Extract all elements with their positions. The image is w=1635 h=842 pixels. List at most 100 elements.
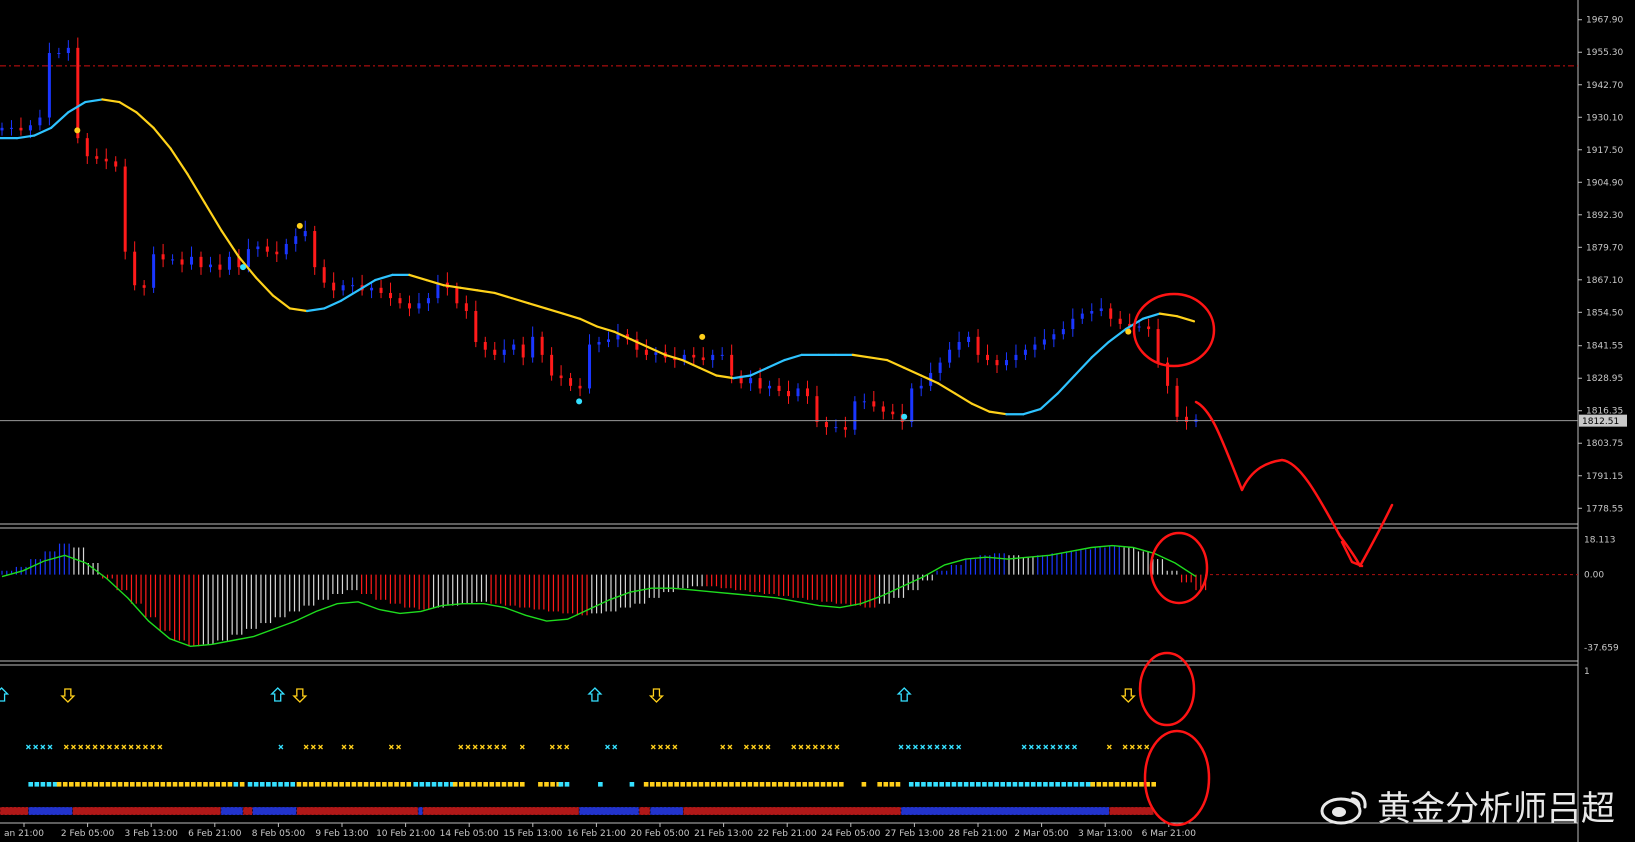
- watermark-text: 黄金分析师吕超: [1377, 789, 1615, 829]
- square-markers: [28, 782, 1156, 787]
- strip-segment: [296, 807, 419, 815]
- ma-segment: [510, 297, 530, 305]
- annotation-forecast-arrow: [1194, 400, 1394, 568]
- square-marker: [704, 782, 710, 787]
- cross-marker: [1137, 744, 1142, 750]
- time-tick-label: 28 Feb 21:00: [948, 829, 1007, 839]
- square-marker: [105, 782, 111, 787]
- time-axis: an 21:00 2 Feb 05:00 3 Feb 13:00 6 Feb 21:0…: [4, 823, 1196, 839]
- cross-marker: [934, 744, 940, 750]
- cross-marker: [898, 744, 904, 750]
- candle-body: [493, 349, 497, 355]
- square-marker: [1030, 782, 1036, 787]
- square-marker: [808, 782, 814, 787]
- square-marker: [988, 782, 993, 787]
- price-panel[interactable]: 1812.51 1967.90 1955.30 1942.70 1930.10 1917…: [0, 0, 1627, 842]
- square-marker: [333, 782, 338, 787]
- square-marker: [253, 782, 259, 787]
- cross-marker: [388, 744, 394, 750]
- cross-marker: [341, 744, 347, 750]
- time-tick-label: 3 Feb 13:00: [125, 829, 179, 839]
- time-tick-label: 2 Mar 05:00: [1014, 829, 1069, 839]
- square-marker: [674, 782, 679, 787]
- square-marker: [233, 782, 239, 787]
- candle-body: [796, 388, 800, 397]
- square-marker: [302, 782, 308, 787]
- square-marker: [437, 782, 443, 787]
- candle-body: [370, 287, 374, 291]
- square-marker: [172, 782, 178, 787]
- square-marker: [790, 782, 795, 787]
- square-marker: [802, 782, 808, 787]
- cross-marker: [85, 744, 91, 750]
- arrow-down-icon: [292, 688, 308, 703]
- ma-segment: [322, 299, 343, 310]
- candle-body: [66, 47, 70, 54]
- candle-body: [426, 298, 430, 304]
- candle-body: [1052, 334, 1056, 340]
- square-marker: [629, 782, 635, 787]
- ma-segment: [15, 134, 36, 140]
- ma-segment: [715, 374, 735, 380]
- square-marker: [160, 782, 166, 787]
- candle-body: [265, 246, 269, 252]
- square-marker: [46, 782, 52, 787]
- square-marker: [1024, 782, 1030, 787]
- square-marker: [425, 782, 431, 787]
- candle-body: [133, 251, 137, 286]
- square-marker: [369, 782, 375, 787]
- square-marker: [465, 782, 470, 787]
- cross-marker: [1144, 744, 1150, 750]
- candle-body: [521, 344, 525, 358]
- square-marker: [87, 782, 92, 787]
- square-marker: [784, 782, 789, 787]
- strip-segment: [901, 807, 1110, 815]
- candle-body: [701, 357, 705, 361]
- square-marker: [698, 782, 704, 787]
- strip-segment: [252, 807, 297, 815]
- square-marker: [945, 782, 951, 787]
- cross-marker: [92, 744, 98, 750]
- cross-marker: [727, 744, 733, 750]
- candles: [0, 37, 1198, 438]
- candle-body: [455, 287, 459, 304]
- square-marker: [939, 782, 945, 787]
- square-marker: [266, 782, 271, 787]
- candle-body: [76, 47, 80, 139]
- time-tick-label: 22 Feb 21:00: [758, 829, 817, 839]
- cross-marker: [458, 744, 464, 750]
- square-marker: [729, 782, 734, 787]
- candle-body: [976, 336, 980, 355]
- arrow-up-icon: [896, 687, 912, 702]
- cross-marker: [33, 744, 39, 750]
- square-marker: [178, 782, 184, 787]
- cross-marker: [501, 744, 507, 750]
- square-marker: [327, 782, 332, 787]
- oscillator-histogram: [1, 543, 1207, 647]
- cross-marker: [751, 744, 757, 750]
- candle-body: [474, 311, 478, 342]
- candle-body: [1071, 318, 1075, 330]
- candle-body: [28, 125, 32, 131]
- oscillator-panel[interactable]: 18.113 0.00 -37.659: [0, 527, 1619, 662]
- candle-body: [502, 349, 506, 355]
- square-marker: [123, 782, 129, 787]
- square-marker: [915, 782, 920, 787]
- square-marker: [111, 782, 117, 787]
- square-marker: [382, 782, 387, 787]
- ma-segment: [868, 356, 889, 362]
- trading-chart[interactable]: 1812.51 1967.90 1955.30 1942.70 1930.10 1917…: [0, 0, 1635, 842]
- square-marker: [477, 782, 482, 787]
- square-marker: [1000, 782, 1006, 787]
- ma-segment: [459, 286, 479, 292]
- square-marker: [908, 782, 914, 787]
- candle-body: [957, 341, 961, 350]
- cross-marker: [303, 744, 309, 750]
- candle-body: [758, 378, 762, 389]
- square-marker: [400, 782, 405, 787]
- cross-marker: [765, 744, 771, 750]
- cross-marker: [114, 744, 120, 750]
- price-tick-label: 1854.50: [1586, 308, 1623, 318]
- cross-marker: [47, 744, 53, 750]
- square-marker: [895, 782, 901, 787]
